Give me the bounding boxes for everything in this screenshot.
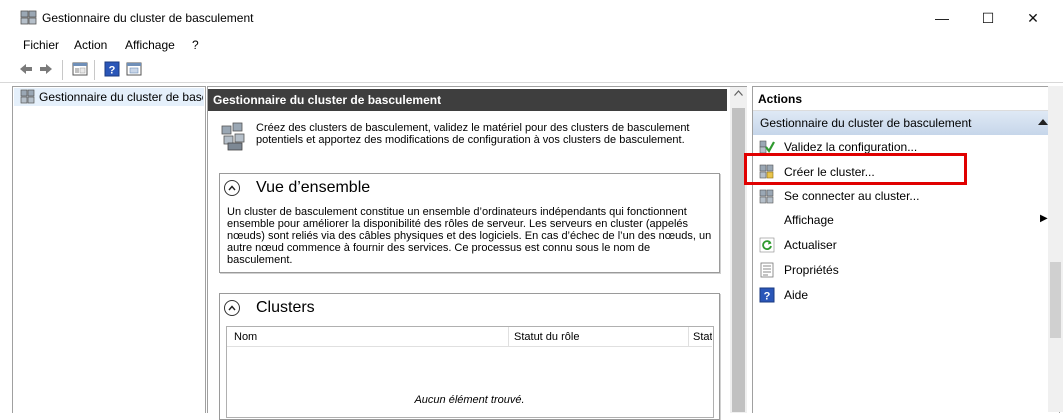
connect-cluster-icon — [759, 188, 775, 204]
action-connect-cluster[interactable]: Se connecter au cluster... — [784, 189, 919, 203]
clusters-table-header — [227, 327, 712, 347]
help-icon[interactable]: ? — [104, 61, 120, 77]
menu-affichage[interactable]: Affichage — [125, 38, 175, 52]
toolbar — [0, 57, 1063, 83]
help-icon: ? — [759, 287, 775, 303]
svg-text:?: ? — [109, 65, 116, 77]
back-arrow-icon[interactable] — [18, 61, 34, 77]
properties-icon — [759, 262, 775, 278]
results-pane-header: Gestionnaire du cluster de basculement — [208, 89, 727, 111]
actions-scrollbar[interactable] — [1048, 86, 1063, 412]
close-button[interactable]: ✕ — [1010, 0, 1056, 36]
tree-root-label: Gestionnaire du cluster de basc — [39, 90, 203, 104]
console-tree-pane — [12, 86, 206, 413]
toolbar-separator — [62, 60, 63, 80]
cluster-manager-app-icon — [20, 10, 38, 26]
clusters-collapse-button[interactable] — [224, 300, 240, 316]
overview-text: Un cluster de basculement constitue un e… — [227, 206, 712, 266]
column-divider[interactable] — [508, 327, 509, 346]
toolbar-separator — [94, 60, 95, 80]
overview-collapse-button[interactable] — [224, 180, 240, 196]
show-hide-action-pane-icon[interactable] — [126, 61, 142, 77]
menu-action[interactable]: Action — [74, 38, 107, 52]
cluster-node-icon — [20, 89, 36, 105]
column-header-statut-role[interactable]: Statut du rôle — [514, 331, 579, 343]
column-divider[interactable] — [688, 327, 689, 346]
overview-title: Vue d’ensemble — [256, 179, 371, 196]
title-bar: Gestionnaire du cluster de basculement —… — [0, 0, 1063, 36]
menu-fichier[interactable]: Fichier — [23, 38, 59, 52]
menu-help[interactable]: ? — [192, 38, 199, 52]
highlight-box — [744, 153, 967, 185]
action-help[interactable]: Aide — [784, 288, 808, 302]
intro-text: Créez des clusters de basculement, valid… — [256, 122, 690, 146]
action-affichage[interactable]: Affichage — [784, 213, 834, 227]
svg-text:?: ? — [764, 291, 771, 303]
submenu-arrow-icon: ▶ — [1040, 213, 1048, 224]
empty-list-message: Aucun élément trouvé. — [414, 394, 525, 406]
action-validate-configuration[interactable]: Validez la configuration... — [784, 140, 917, 154]
scroll-up-arrow-icon[interactable] — [734, 90, 743, 96]
window-title: Gestionnaire du cluster de basculement — [42, 11, 254, 25]
maximize-button[interactable]: ☐ — [965, 0, 1011, 36]
console-tree-icon[interactable] — [72, 61, 88, 77]
actions-group-title: Gestionnaire du cluster de basculement — [760, 116, 972, 130]
column-header-statut[interactable]: Stat — [693, 331, 712, 343]
actions-scrollbar-thumb[interactable] — [1050, 262, 1061, 338]
column-header-nom[interactable]: Nom — [234, 331, 257, 343]
validate-icon — [759, 138, 775, 154]
action-properties[interactable]: Propriétés — [784, 263, 839, 277]
action-refresh[interactable]: Actualiser — [784, 238, 837, 252]
cluster-manager-large-icon — [220, 122, 248, 152]
collapse-group-icon[interactable] — [1038, 119, 1048, 125]
minimize-button[interactable]: — — [919, 0, 965, 36]
actions-header: Actions — [758, 92, 803, 106]
forward-arrow-icon[interactable] — [38, 61, 54, 77]
clusters-title: Clusters — [256, 299, 315, 316]
refresh-icon — [759, 237, 775, 253]
